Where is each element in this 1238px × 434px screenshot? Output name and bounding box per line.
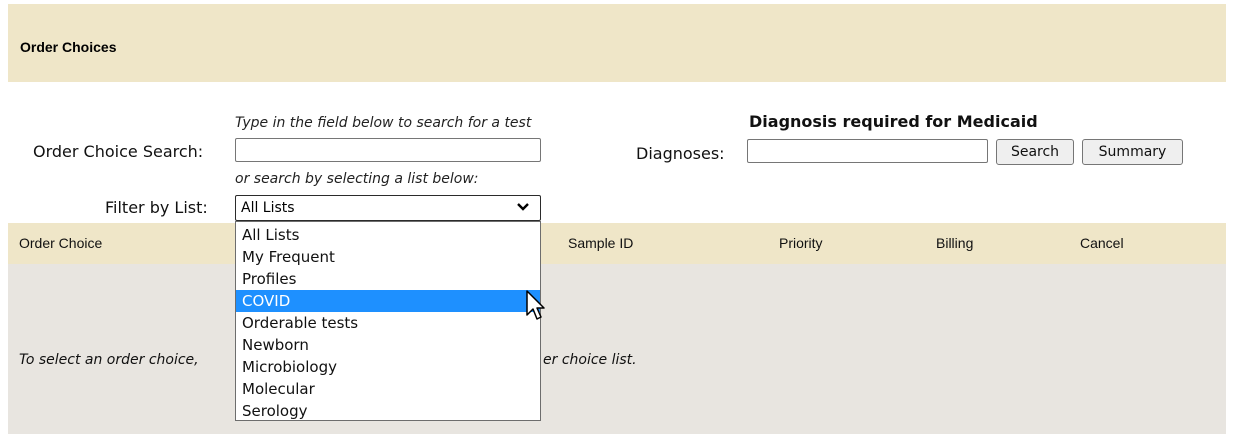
- search-alt-hint: or search by selecting a list below:: [235, 171, 479, 187]
- mouse-pointer-icon: [525, 290, 545, 322]
- empty-message-right: er choice list.: [543, 352, 637, 368]
- column-cancel: Cancel: [1080, 235, 1124, 251]
- order-choice-search-label: Order Choice Search:: [33, 142, 204, 161]
- filter-by-list-label: Filter by List:: [105, 198, 208, 217]
- empty-message-left: To select an order choice,: [19, 352, 199, 368]
- column-priority: Priority: [779, 235, 823, 251]
- diagnosis-summary-button[interactable]: Summary: [1082, 139, 1183, 165]
- diagnosis-search-button[interactable]: Search: [996, 139, 1074, 165]
- column-order-choice: Order Choice: [19, 235, 103, 251]
- option-covid[interactable]: COVID: [236, 290, 540, 312]
- page-title: Order Choices: [20, 39, 117, 55]
- order-table-header: Order Choice Sample ID Priority Billing …: [8, 223, 1226, 264]
- option-all-lists[interactable]: All Lists: [236, 224, 540, 246]
- filter-list-dropdown[interactable]: All Lists My Frequent Profiles COVID Ord…: [235, 221, 541, 421]
- chevron-down-icon: [516, 200, 530, 218]
- option-molecular[interactable]: Molecular: [236, 378, 540, 400]
- order-choices-header: Order Choices: [8, 4, 1226, 82]
- diagnoses-input[interactable]: [747, 139, 988, 163]
- order-table-body: To select an order choice, er choice lis…: [8, 264, 1226, 434]
- option-my-frequent[interactable]: My Frequent: [236, 246, 540, 268]
- option-profiles[interactable]: Profiles: [236, 268, 540, 290]
- option-newborn[interactable]: Newborn: [236, 334, 540, 356]
- filter-selected-value: All Lists: [241, 200, 295, 216]
- search-hint: Type in the field below to search for a …: [235, 115, 532, 131]
- filter-list-select[interactable]: All Lists: [235, 195, 541, 221]
- column-sample-id: Sample ID: [568, 235, 634, 251]
- order-choices-page: Order Choices Type in the field below to…: [0, 0, 1238, 434]
- order-choice-search-input[interactable]: [235, 138, 541, 162]
- option-microbiology[interactable]: Microbiology: [236, 356, 540, 378]
- diagnoses-label: Diagnoses:: [636, 144, 725, 163]
- option-orderable-tests[interactable]: Orderable tests: [236, 312, 540, 334]
- column-billing: Billing: [936, 235, 974, 251]
- option-serology[interactable]: Serology: [236, 400, 540, 422]
- diagnosis-heading: Diagnosis required for Medicaid: [749, 112, 1038, 131]
